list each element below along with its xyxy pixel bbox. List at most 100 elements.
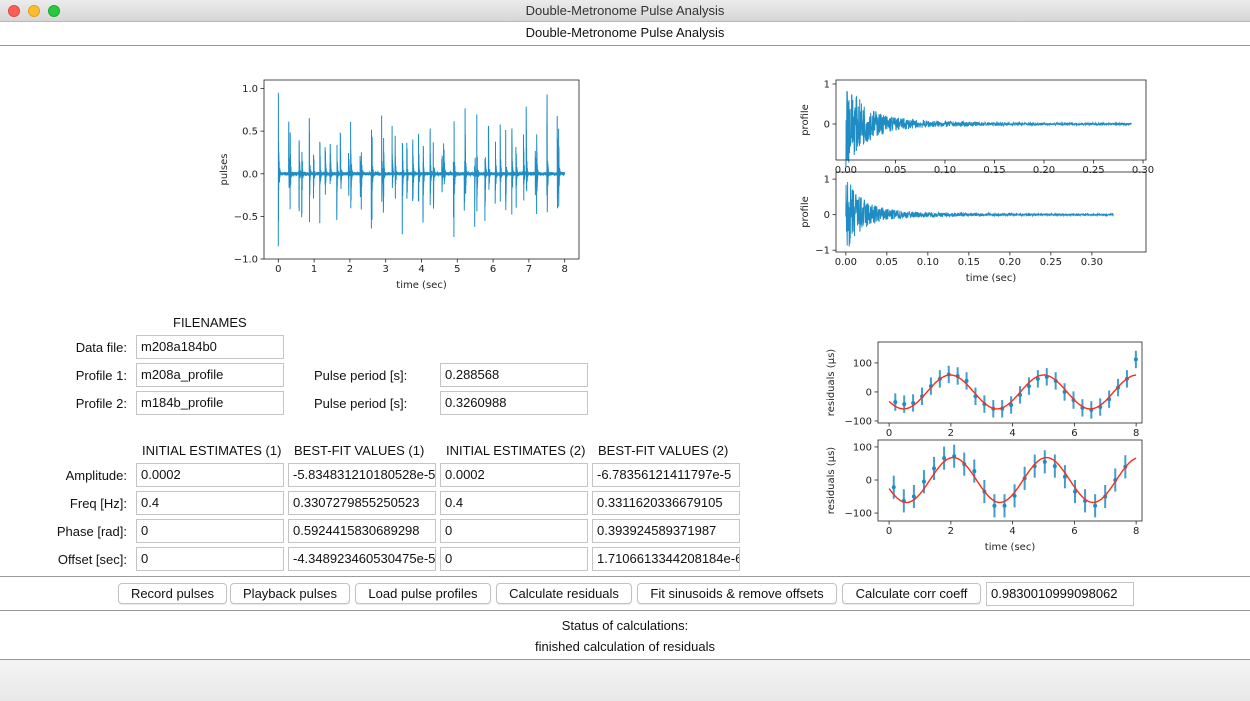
y-tick-label: 0.0 bbox=[242, 169, 258, 180]
y-tick-label: −100 bbox=[845, 509, 872, 520]
calculate-residuals-button[interactable]: Calculate residuals bbox=[496, 583, 632, 604]
x-tick-label: 7 bbox=[526, 264, 532, 275]
profile-waveform bbox=[845, 90, 1133, 168]
y-axis-label: residuals (μs) bbox=[826, 349, 837, 416]
residuals1-chart: 0 2 4 6 8 −100 0 100 residuals (μs) bbox=[826, 341, 1143, 439]
x-tick-label: 0 bbox=[886, 526, 892, 537]
y-tick-label: 1.0 bbox=[242, 84, 258, 95]
x-tick-label: 0 bbox=[886, 428, 892, 439]
playback-pulses-button[interactable]: Playback pulses bbox=[230, 583, 350, 604]
load-pulse-profiles-button[interactable]: Load pulse profiles bbox=[355, 583, 491, 604]
fit-value-field[interactable]: -5.834831210180528e-5 bbox=[288, 463, 436, 487]
fit-value-field[interactable]: 0 bbox=[440, 519, 588, 543]
fit-column-header: INITIAL ESTIMATES (1) bbox=[142, 443, 282, 458]
x-tick-label: 0.00 bbox=[835, 257, 857, 268]
profile1-label: Profile 1: bbox=[75, 368, 127, 383]
fit-column-header: INITIAL ESTIMATES (2) bbox=[446, 443, 586, 458]
profile1-input[interactable]: m208a_profile bbox=[136, 363, 284, 387]
pulse-waveform bbox=[277, 92, 566, 247]
y-tick-label: 0 bbox=[866, 476, 872, 487]
y-tick-label: 1 bbox=[824, 175, 830, 186]
x-tick-label: 8 bbox=[1133, 428, 1139, 439]
x-tick-label: 5 bbox=[454, 264, 460, 275]
x-axis-label: time (sec) bbox=[396, 280, 447, 291]
profile2-label: Profile 2: bbox=[75, 396, 127, 411]
residual-point bbox=[1042, 459, 1047, 464]
calculate-corr-coeff-button[interactable]: Calculate corr coeff bbox=[842, 583, 981, 604]
fit-sinusoids-remove-offsets-button[interactable]: Fit sinusoids & remove offsets bbox=[637, 583, 837, 604]
fit-row-label: Amplitude: bbox=[65, 468, 127, 483]
residual-point bbox=[1093, 503, 1098, 508]
fit-value-field[interactable]: -6.78356121411797e-5 bbox=[592, 463, 740, 487]
record-pulses-button[interactable]: Record pulses bbox=[118, 583, 227, 604]
y-tick-label: 1 bbox=[824, 80, 830, 91]
plot-frame bbox=[877, 341, 1143, 424]
residual-point bbox=[1133, 357, 1138, 362]
y-tick-label: 100 bbox=[853, 358, 872, 369]
period2-label: Pulse period [s]: bbox=[314, 396, 408, 411]
x-tick-label: 0.20 bbox=[1033, 165, 1055, 176]
x-tick-label: 4 bbox=[418, 264, 424, 275]
x-tick-label: 3 bbox=[383, 264, 389, 275]
residual-point bbox=[992, 503, 997, 508]
x-tick-label: 2 bbox=[948, 428, 954, 439]
x-tick-label: 6 bbox=[1071, 428, 1077, 439]
x-tick-label: 4 bbox=[1009, 428, 1015, 439]
fit-value-field[interactable]: 0.3311620336679105 bbox=[592, 491, 740, 515]
profile-waveform bbox=[845, 181, 1114, 247]
x-tick-label: 0.05 bbox=[884, 165, 906, 176]
profile2-input[interactable]: m184b_profile bbox=[136, 391, 284, 415]
fit-value-field[interactable]: 0 bbox=[136, 547, 284, 571]
y-tick-label: −0.5 bbox=[234, 212, 258, 223]
fit-value-field[interactable]: 0.4 bbox=[440, 491, 588, 515]
x-tick-label: 0.30 bbox=[1132, 165, 1154, 176]
y-axis-label: profile bbox=[800, 196, 811, 228]
x-tick-label: 0 bbox=[275, 264, 281, 275]
fit-value-field[interactable]: 0.3307279855250523 bbox=[288, 491, 436, 515]
x-tick-label: 0.05 bbox=[876, 257, 898, 268]
y-tick-label: 0.5 bbox=[242, 127, 258, 138]
y-axis-label: profile bbox=[800, 104, 811, 136]
x-tick-label: 2 bbox=[347, 264, 353, 275]
fit-value-field[interactable]: 0.0002 bbox=[136, 463, 284, 487]
residual-point bbox=[942, 456, 947, 461]
profile1-chart: 0.00 0.05 0.10 0.15 0.20 0.25 0.3001profile bbox=[800, 80, 1154, 177]
x-tick-label: 0.10 bbox=[917, 257, 939, 268]
x-tick-label: 6 bbox=[1071, 526, 1077, 537]
y-tick-label: −100 bbox=[845, 416, 872, 427]
fit-value-field[interactable]: 0.0002 bbox=[440, 463, 588, 487]
period2-input[interactable]: 0.3260988 bbox=[440, 391, 588, 415]
x-tick-label: 0.30 bbox=[1081, 257, 1103, 268]
x-tick-label: 4 bbox=[1009, 526, 1015, 537]
fit-value-field[interactable]: 0 bbox=[136, 519, 284, 543]
fit-value-field[interactable]: 1.7106613344208184e-6 bbox=[592, 547, 740, 571]
y-axis-label: residuals (μs) bbox=[826, 447, 837, 514]
pulses-chart: 0 1 2 3 4 5 6 7 8 −1.0 −0.5 0.0 0.5 1.0 time (sec) puls… bbox=[219, 79, 580, 291]
fit-value-field[interactable]: 0.5924415830689298 bbox=[288, 519, 436, 543]
fit-row-label: Offset [sec]: bbox=[57, 552, 127, 567]
fit-column-header: BEST-FIT VALUES (1) bbox=[294, 443, 425, 458]
fit-value-field[interactable]: 0 bbox=[440, 547, 588, 571]
x-tick-label: 0.20 bbox=[999, 257, 1021, 268]
y-tick-label: 100 bbox=[853, 442, 872, 453]
divider bbox=[0, 610, 1250, 611]
window-footer bbox=[0, 660, 1250, 701]
data-file-input[interactable]: m208a184b0 bbox=[136, 335, 284, 359]
period1-input[interactable]: 0.288568 bbox=[440, 363, 588, 387]
y-axis-label: pulses bbox=[219, 153, 230, 185]
corr-coeff-field[interactable]: 0.9830010999098062 bbox=[986, 582, 1134, 606]
data-file-label: Data file: bbox=[75, 340, 127, 355]
fit-row-label: Phase [rad]: bbox=[56, 524, 127, 539]
residual-point bbox=[1002, 503, 1007, 508]
residual-point bbox=[893, 400, 898, 405]
fit-value-field[interactable]: 0.4 bbox=[136, 491, 284, 515]
residuals2-chart: 0 2 4 6 8 −100 0 100 time (sec) residuals (μs) bbox=[826, 439, 1143, 553]
plot-frame bbox=[263, 79, 580, 260]
fit-value-field[interactable]: 0.393924589371987 bbox=[592, 519, 740, 543]
residual-point bbox=[902, 402, 907, 407]
residual-point bbox=[891, 485, 896, 490]
y-tick-label: 0 bbox=[866, 387, 872, 398]
filenames-heading: FILENAMES bbox=[173, 315, 247, 330]
fit-value-field[interactable]: -4.348923460530475e-5 bbox=[288, 547, 436, 571]
x-tick-label: 0.15 bbox=[958, 257, 980, 268]
